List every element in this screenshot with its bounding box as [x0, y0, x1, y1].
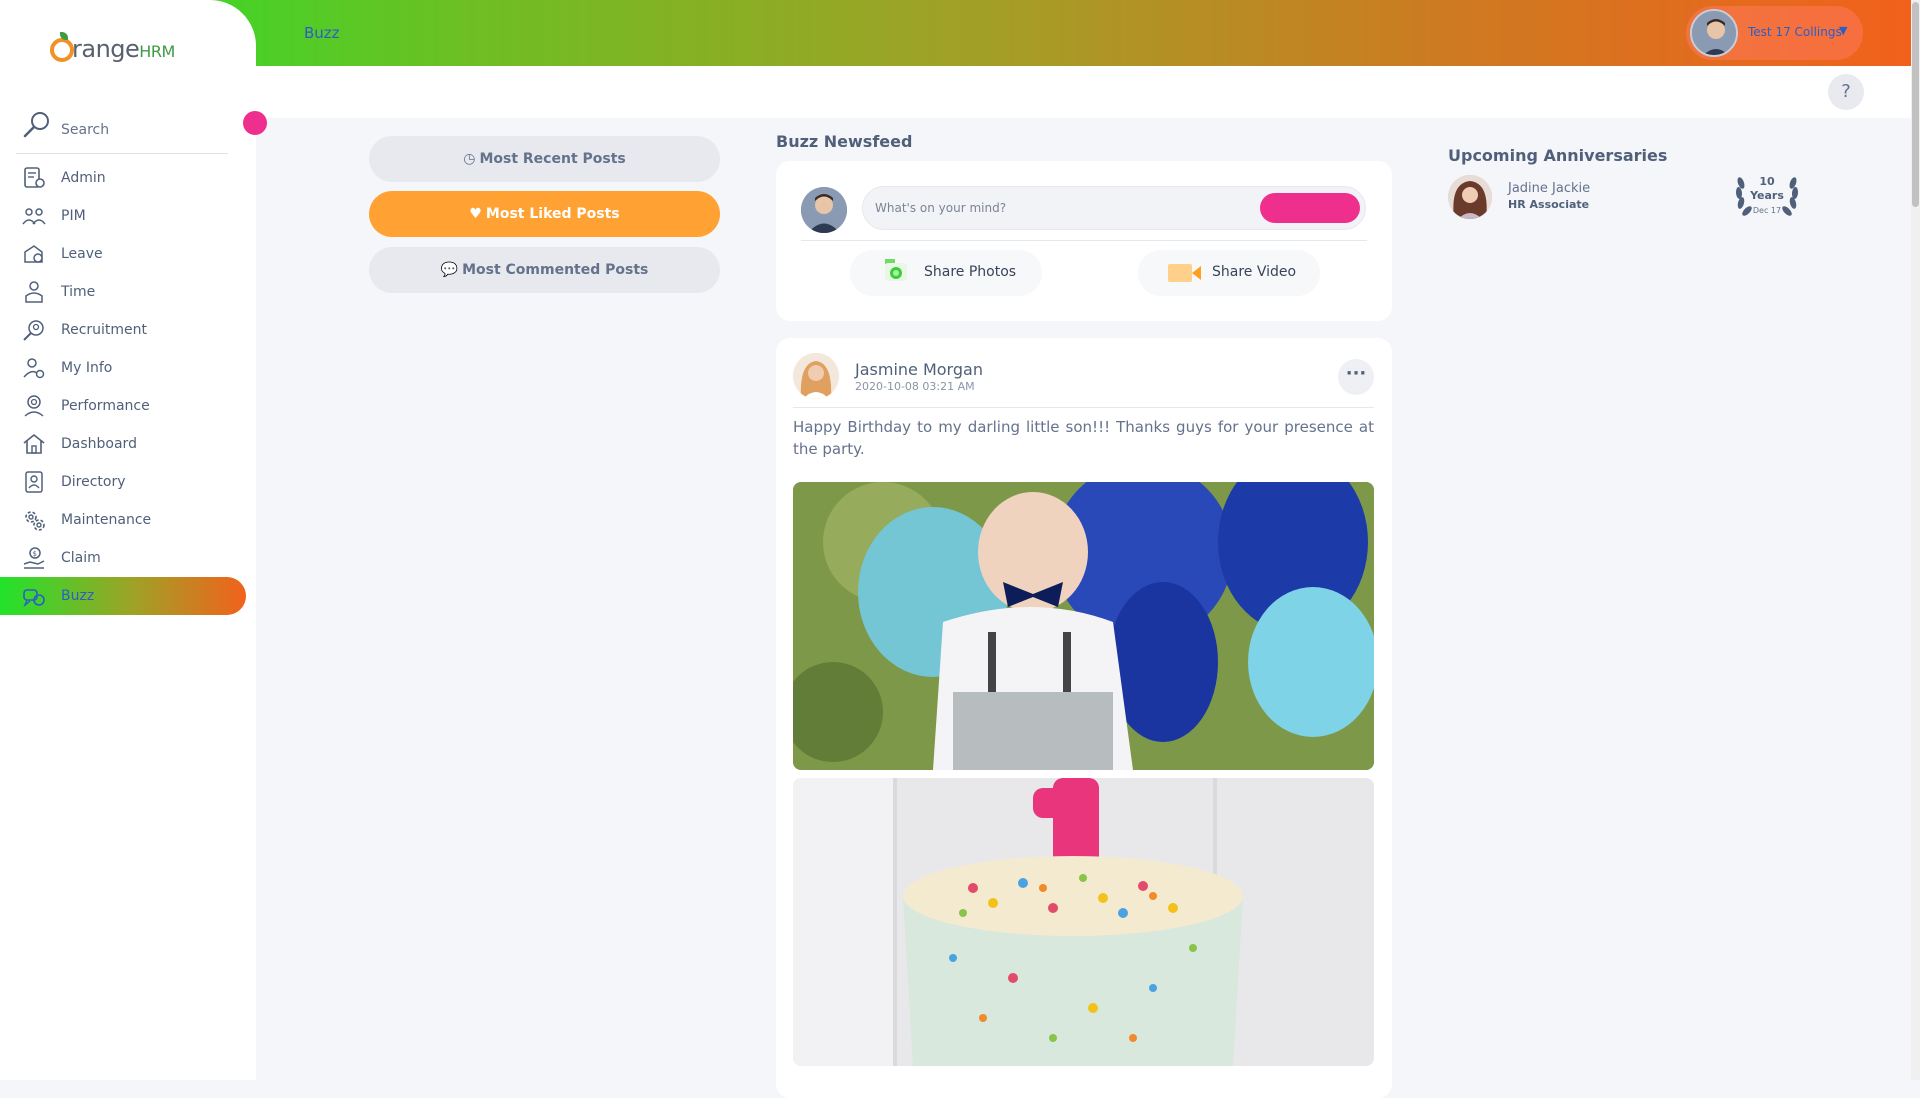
- top-header: Buzz Test 17 Collings ▼: [0, 0, 1911, 66]
- most-commented-posts-button[interactable]: 💬 Most Commented Posts: [369, 247, 720, 293]
- sidebar-item-label: Time: [61, 284, 96, 300]
- filter-label: Most Recent Posts: [479, 151, 626, 167]
- post-composer: What's on your mind? Post Share Photos S…: [776, 161, 1392, 321]
- sidebar-item-label: Admin: [61, 170, 106, 186]
- video-camera-icon: [1168, 264, 1201, 282]
- comment-icon: 💬: [440, 262, 459, 278]
- post-date: 2020-10-08 03:21 AM: [855, 380, 975, 393]
- sidebar-item-label: Maintenance: [61, 512, 152, 528]
- logo[interactable]: rangeHRM: [50, 32, 180, 68]
- anniversary-role: HR Associate: [1508, 198, 1590, 211]
- time-icon: [25, 281, 43, 303]
- sidebar-item-label: My Info: [61, 360, 113, 376]
- anniversary-date: Dec 17: [1752, 206, 1782, 215]
- sidebar-item-label: PIM: [61, 208, 86, 224]
- user-menu[interactable]: Test 17 Collings ▼: [1686, 6, 1863, 60]
- sidebar-item-label: Buzz: [61, 588, 95, 604]
- anniversary-name: Jadine Jackie: [1508, 181, 1591, 196]
- sidebar-item-directory[interactable]: Directory: [0, 463, 246, 501]
- anniversary-years-number: 10: [1759, 175, 1775, 188]
- claim-icon: $: [23, 547, 45, 569]
- share-video-button[interactable]: Share Video: [1138, 250, 1320, 296]
- help-button[interactable]: ?: [1828, 74, 1864, 110]
- post-button[interactable]: Post: [1260, 193, 1360, 223]
- logo-o-icon: [50, 38, 74, 62]
- leave-icon: [24, 245, 43, 263]
- svg-text:$: $: [33, 550, 37, 558]
- sidebar-item-admin[interactable]: Admin: [0, 159, 246, 197]
- sidebar-item-label: Performance: [61, 398, 150, 414]
- sidebar-item-pim[interactable]: PIM: [0, 197, 246, 235]
- sidebar-item-label: Leave: [61, 246, 103, 262]
- more-options-button[interactable]: ···: [1338, 359, 1374, 395]
- sidebar: rangeHRM Search Admin PIM Leave Time Rec…: [0, 0, 256, 1080]
- post-text: Happy Birthday to my darling little son!…: [793, 418, 1374, 458]
- composer-avatar: [801, 187, 847, 233]
- sidebar-item-claim[interactable]: $ Claim: [0, 539, 246, 577]
- user-avatar[interactable]: [1690, 9, 1738, 57]
- sidebar-toggle-button[interactable]: [243, 111, 267, 135]
- camera-icon: [885, 259, 907, 281]
- maintenance-icon: [25, 511, 45, 531]
- anniversary-years-label: Years: [1750, 189, 1784, 202]
- share-photos-button[interactable]: Share Photos: [850, 250, 1042, 296]
- filter-label: Most Commented Posts: [462, 262, 649, 278]
- search-icon: [23, 112, 49, 138]
- pim-icon: [22, 208, 46, 225]
- share-video-label: Share Video: [1212, 264, 1297, 280]
- buzz-icon: [23, 589, 45, 608]
- post-author-avatar[interactable]: [793, 353, 839, 399]
- clock-icon: ◷: [463, 151, 476, 167]
- logo-text: range: [72, 35, 140, 63]
- dashboard-icon: [23, 433, 45, 454]
- post-photo[interactable]: [793, 482, 1374, 770]
- sidebar-item-recruitment[interactable]: Recruitment: [0, 311, 246, 349]
- sidebar-item-performance[interactable]: Performance: [0, 387, 246, 425]
- sidebar-item-buzz[interactable]: Buzz: [0, 577, 246, 615]
- chevron-down-icon[interactable]: ▼: [1839, 24, 1847, 37]
- newsfeed-title: Buzz Newsfeed: [776, 132, 913, 151]
- user-name[interactable]: Test 17 Collings: [1748, 25, 1842, 39]
- sidebar-item-label: Claim: [61, 550, 101, 566]
- sidebar-item-label: Directory: [61, 474, 126, 490]
- anniversaries-title: Upcoming Anniversaries: [1448, 146, 1668, 165]
- directory-icon: [25, 471, 43, 493]
- sidebar-item-my-info[interactable]: My Info: [0, 349, 246, 387]
- divider: [801, 240, 1367, 241]
- sidebar-item-dashboard[interactable]: Dashboard: [0, 425, 246, 463]
- sidebar-item-time[interactable]: Time: [0, 273, 246, 311]
- performance-icon: [24, 395, 44, 417]
- sidebar-item-label: Dashboard: [61, 436, 137, 452]
- most-recent-posts-button[interactable]: ◷ Most Recent Posts: [369, 136, 720, 182]
- sidebar-search[interactable]: Search: [16, 108, 228, 154]
- sidebar-item-maintenance[interactable]: Maintenance: [0, 501, 246, 539]
- recruitment-icon: [23, 320, 44, 341]
- sidebar-item-leave[interactable]: Leave: [0, 235, 246, 273]
- sidebar-item-label: Recruitment: [61, 322, 148, 338]
- scrollbar[interactable]: [1911, 0, 1920, 1080]
- post-author[interactable]: Jasmine Morgan: [855, 360, 983, 379]
- search-label: Search: [61, 122, 110, 138]
- divider: [793, 407, 1374, 408]
- post-card: Jasmine Morgan 2020-10-08 03:21 AM ··· H…: [776, 338, 1392, 1098]
- logo-suffix: HRM: [139, 42, 175, 61]
- anniversary-avatar[interactable]: [1448, 175, 1492, 219]
- share-photos-label: Share Photos: [924, 264, 1017, 280]
- filter-label: Most Liked Posts: [485, 206, 620, 222]
- heart-icon: ♥: [469, 206, 482, 222]
- scrollbar-thumb[interactable]: [1912, 2, 1919, 207]
- breadcrumb: Buzz: [304, 24, 340, 42]
- anniversary-badge: 10 Years Dec 17: [1733, 173, 1801, 219]
- post-photo[interactable]: [793, 778, 1374, 1066]
- my-info-icon: [23, 358, 45, 379]
- sub-header: [256, 66, 1911, 118]
- admin-icon: [24, 167, 45, 188]
- most-liked-posts-button[interactable]: ♥ Most Liked Posts: [369, 191, 720, 237]
